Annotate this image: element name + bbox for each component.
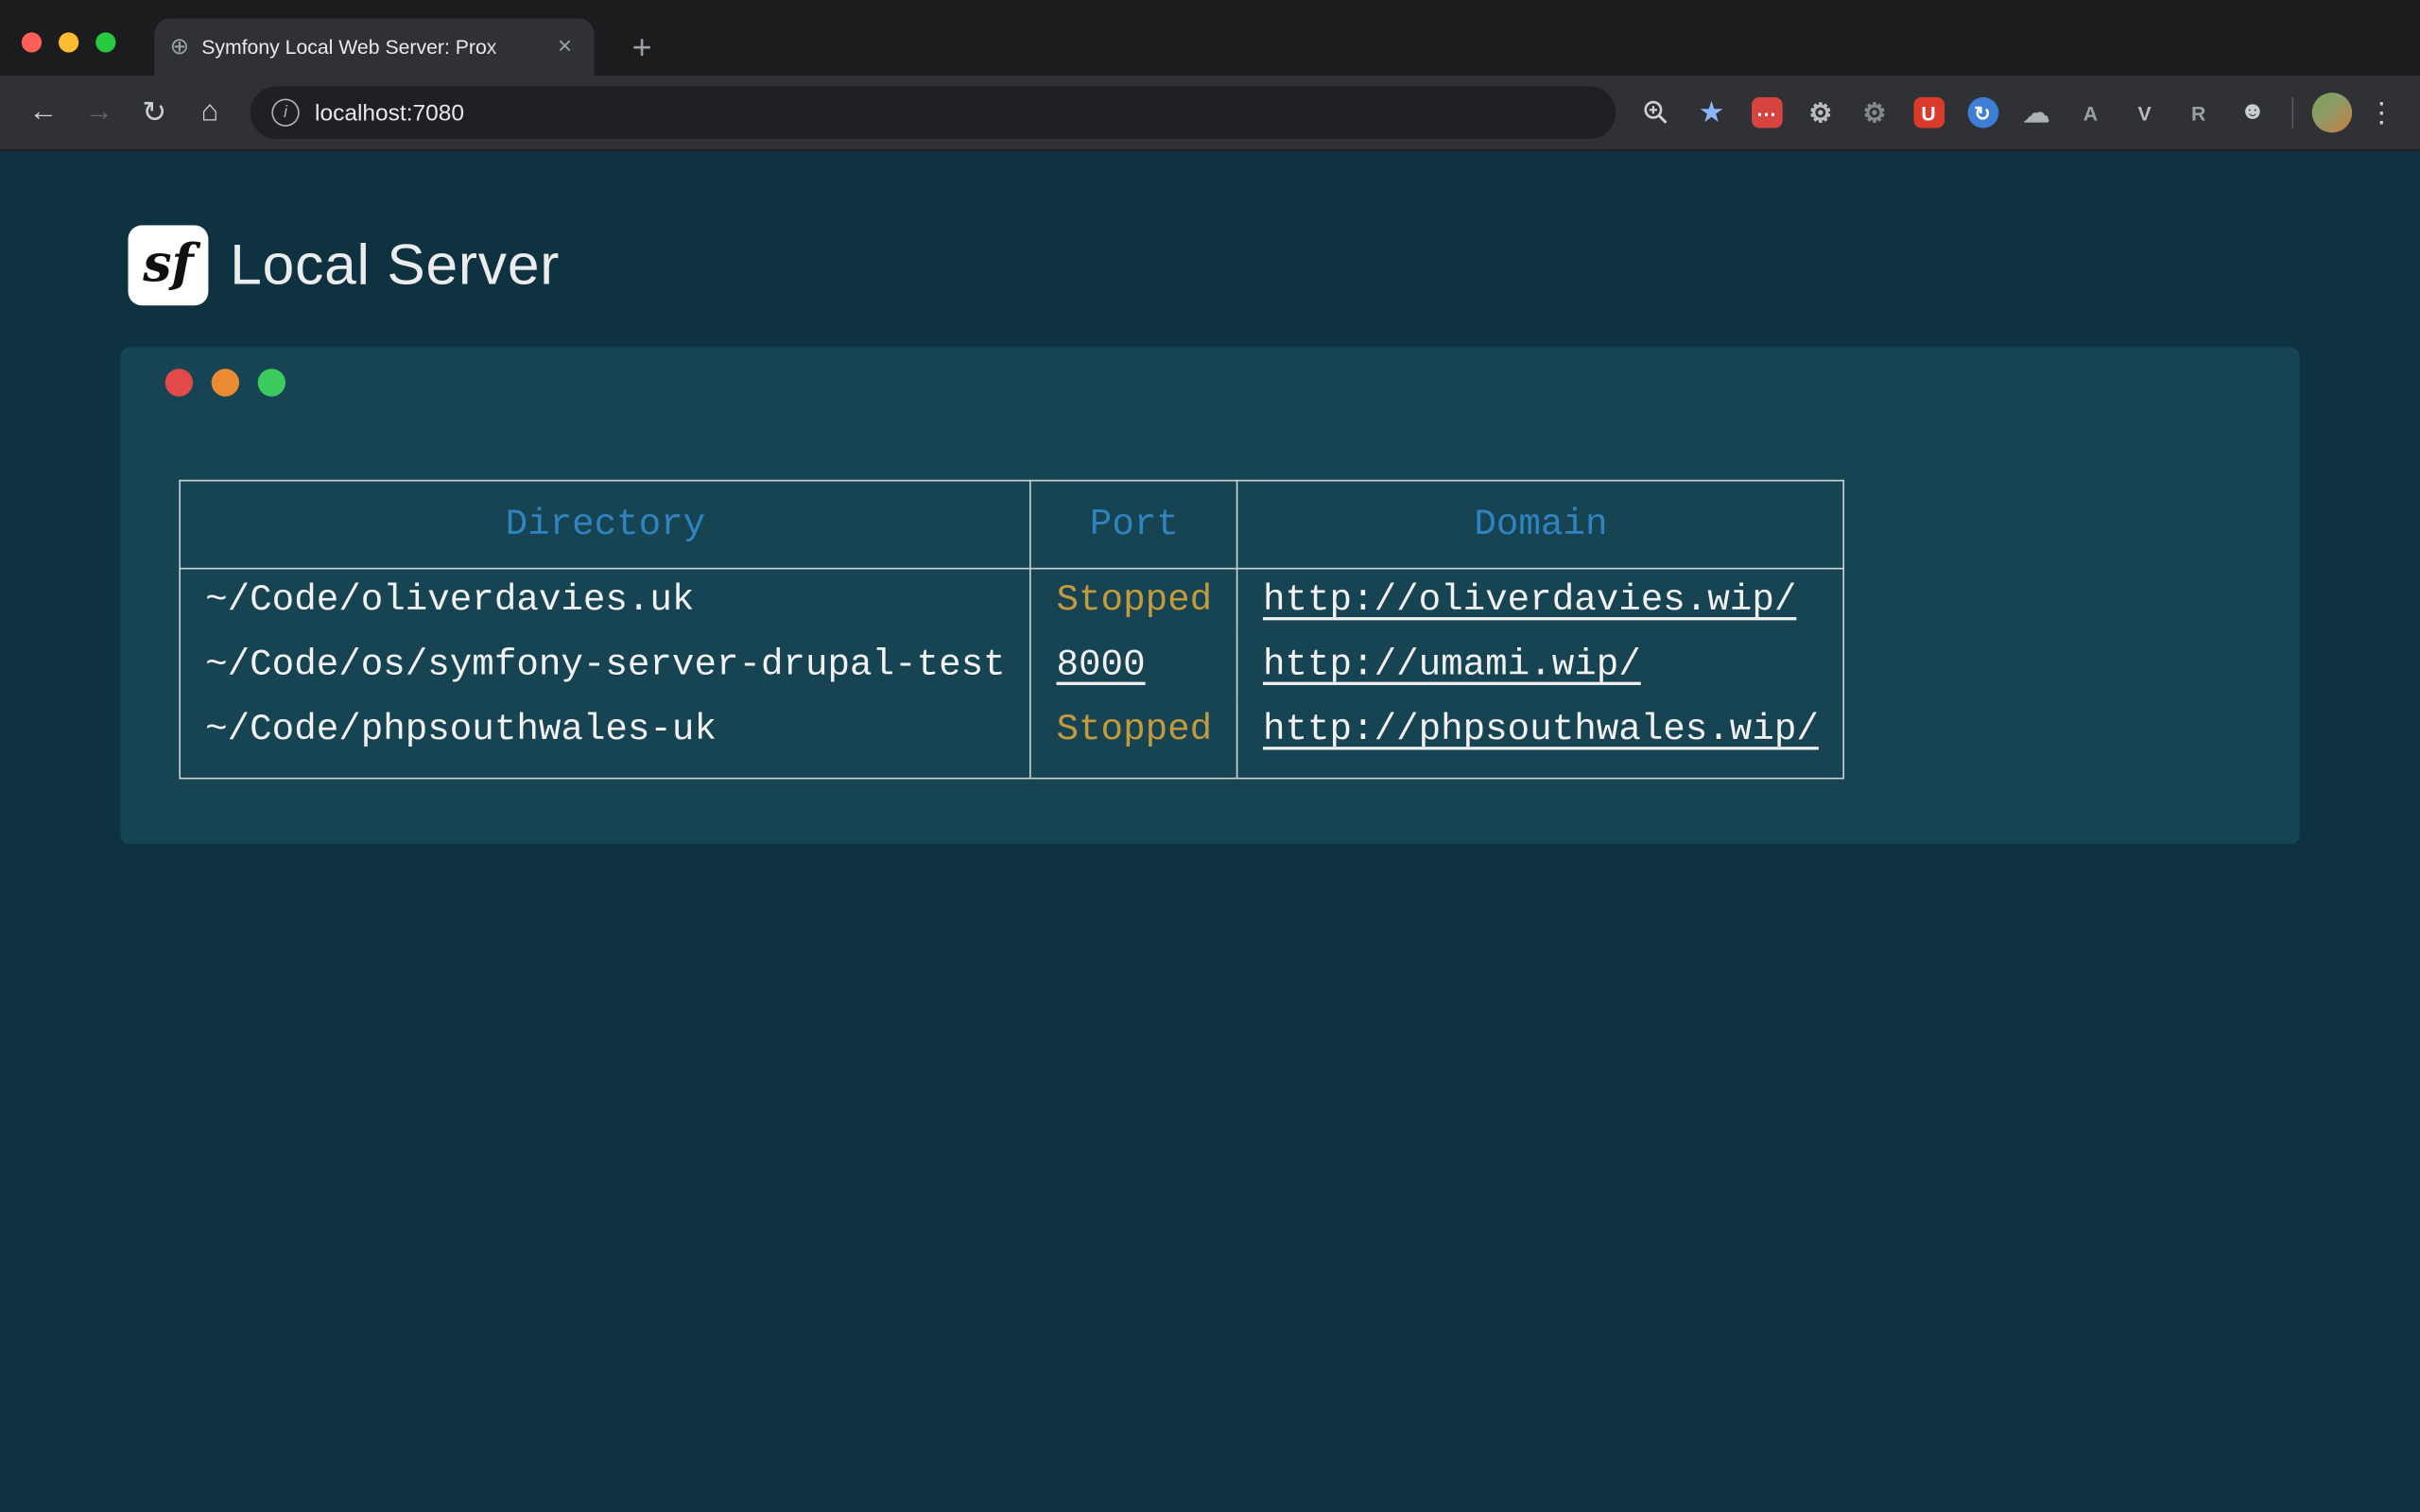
page-header: sf Local Server	[129, 225, 561, 305]
ublock-shield-icon: U	[1913, 97, 1945, 129]
extension-icon-letter-a[interactable]: A	[2064, 88, 2118, 137]
zoom-icon[interactable]	[1628, 86, 1684, 139]
panel-dot-red	[165, 369, 193, 396]
browser-tab-active[interactable]: ⊕ Symfony Local Web Server: Prox ×	[154, 19, 594, 76]
browser-menu-icon[interactable]: ⋮	[2359, 86, 2405, 139]
extension-icon-github[interactable]: ☻	[2225, 88, 2279, 137]
address-bar[interactable]: i localhost:7080	[250, 86, 1616, 139]
column-header-port: Port	[1031, 481, 1237, 569]
extension-icon-gear-dark[interactable]: ⚙	[1847, 88, 1901, 137]
window-minimize-button[interactable]	[59, 32, 78, 52]
port-link[interactable]: 8000	[1057, 644, 1146, 686]
home-button[interactable]: ⌂	[182, 86, 238, 139]
column-header-directory: Directory	[180, 481, 1030, 569]
tab-title: Symfony Local Web Server: Prox	[201, 36, 539, 59]
tab-favicon-globe-icon: ⊕	[170, 36, 190, 59]
extension-icon-cloud[interactable]: ☁	[2010, 88, 2064, 137]
domain-link[interactable]: http://phpsouthwales.wip/	[1263, 710, 1819, 751]
panel-dot-green	[258, 369, 285, 396]
directory-cell: ~/Code/phpsouthwales-uk	[180, 699, 1030, 779]
column-header-domain: Domain	[1237, 481, 1844, 569]
panel-window-dots	[165, 369, 285, 396]
symfony-logo: sf	[129, 225, 209, 305]
letter-v-icon: V	[2129, 97, 2160, 129]
domain-cell: http://umami.wip/	[1237, 634, 1844, 699]
domain-cell: http://oliverdavies.wip/	[1237, 569, 1844, 634]
domain-link[interactable]: http://umami.wip/	[1263, 644, 1641, 686]
extension-icon-gear-light[interactable]: ⚙	[1793, 88, 1847, 137]
forward-button[interactable]: →	[71, 86, 127, 139]
symfony-proxy-page: sf Local Server Directory Port Domain	[0, 151, 2420, 1512]
port-cell: 8000	[1031, 634, 1237, 699]
profile-avatar[interactable]	[2312, 93, 2352, 132]
extension-icon-ublock[interactable]: U	[1901, 88, 1955, 137]
table-row: ~/Code/oliverdavies.uk Stopped http://ol…	[180, 569, 1844, 634]
toolbar-separator	[2291, 97, 2293, 129]
window-zoom-button[interactable]	[95, 32, 115, 52]
window-close-button[interactable]	[22, 32, 42, 52]
letter-r-icon: R	[2183, 97, 2214, 129]
bookmark-star-icon[interactable]: ★	[1684, 86, 1739, 139]
new-tab-button[interactable]: +	[620, 26, 664, 70]
letter-a-icon: A	[2075, 97, 2106, 129]
extension-icon-letter-v[interactable]: V	[2118, 88, 2171, 137]
tab-close-icon[interactable]: ×	[551, 33, 579, 60]
port-cell: Stopped	[1031, 569, 1237, 634]
red-dots-glyph: ⋯	[1751, 97, 1782, 129]
terminal-panel: Directory Port Domain ~/Code/oliverdavie…	[120, 347, 2299, 844]
domain-cell: http://phpsouthwales.wip/	[1237, 699, 1844, 779]
servers-table: Directory Port Domain ~/Code/oliverdavie…	[179, 480, 1844, 780]
page-title: Local Server	[230, 233, 560, 299]
port-cell: Stopped	[1031, 699, 1237, 779]
octocat-icon: ☻	[2238, 97, 2269, 129]
cloud-icon: ☁	[2021, 97, 2052, 129]
address-url: localhost:7080	[315, 99, 464, 126]
table-row: ~/Code/os/symfony-server-drupal-test 800…	[180, 634, 1844, 699]
blue-circle-icon: ↻	[1967, 97, 1998, 129]
extension-icon-red-dots[interactable]: ⋯	[1739, 88, 1793, 137]
symfony-logo-glyph: sf	[143, 233, 194, 294]
back-button[interactable]: ←	[15, 86, 71, 139]
reload-button[interactable]: ↻	[127, 86, 182, 139]
window-controls	[22, 32, 116, 52]
extension-icon-letter-r[interactable]: R	[2171, 88, 2225, 137]
screen: ⊕ Symfony Local Web Server: Prox × + ← →…	[0, 0, 2420, 1512]
table-row: ~/Code/phpsouthwales-uk Stopped http://p…	[180, 699, 1844, 779]
domain-link[interactable]: http://oliverdavies.wip/	[1263, 580, 1796, 622]
panel-dot-orange	[212, 369, 239, 396]
magnifier-plus-icon	[1642, 98, 1669, 126]
extension-icon-blue-circle[interactable]: ↻	[1956, 88, 2010, 137]
directory-cell: ~/Code/os/symfony-server-drupal-test	[180, 634, 1030, 699]
status-stopped: Stopped	[1057, 580, 1213, 622]
status-stopped: Stopped	[1057, 710, 1213, 751]
directory-cell: ~/Code/oliverdavies.uk	[180, 569, 1030, 634]
gear-icon: ⚙	[1805, 97, 1836, 129]
table-header-row: Directory Port Domain	[180, 481, 1844, 569]
cog-icon: ⚙	[1859, 97, 1891, 129]
browser-tab-strip: ⊕ Symfony Local Web Server: Prox × +	[0, 0, 2420, 76]
site-info-icon[interactable]: i	[271, 98, 299, 126]
browser-toolbar: ← → ↻ ⌂ i localhost:7080 ★ ⋯ ⚙ ⚙ U ↻ ☁ A…	[0, 76, 2420, 151]
